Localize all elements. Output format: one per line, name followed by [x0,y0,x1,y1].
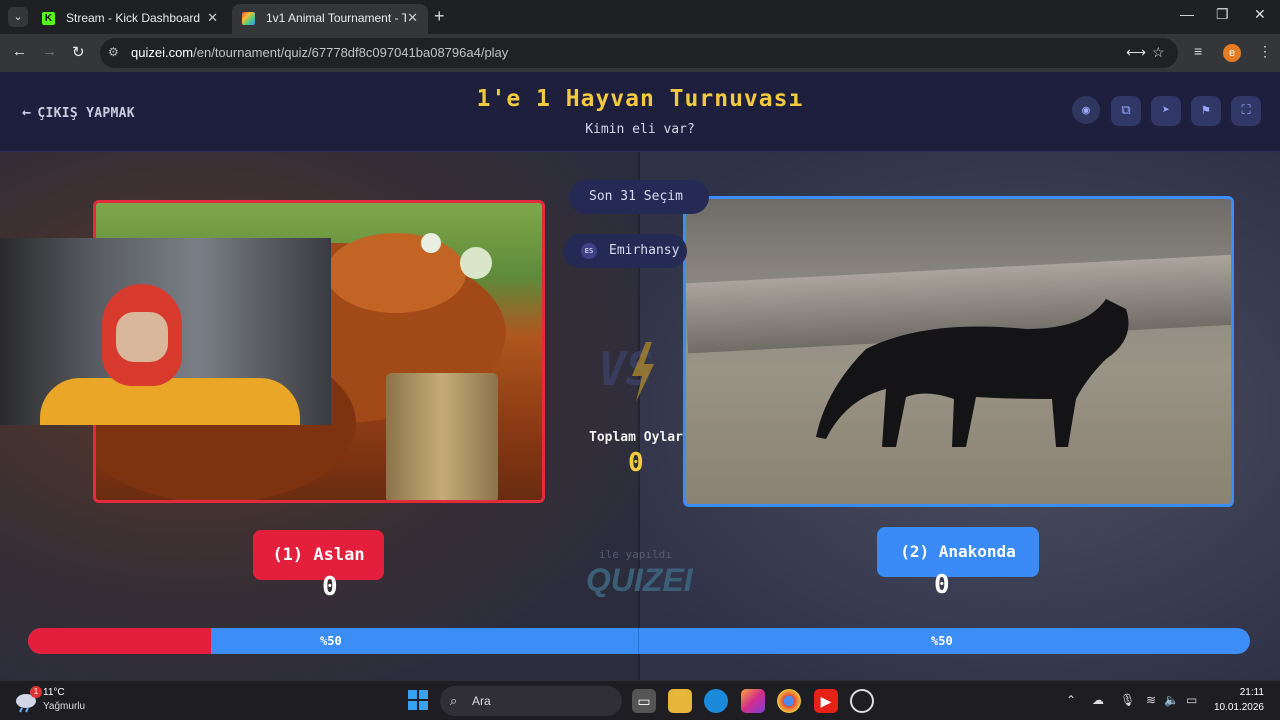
address-bar[interactable]: ⚙ quizei.com/en/tournament/quiz/67778df8… [100,38,1178,68]
bar-midline [638,628,639,654]
windows-start-icon[interactable] [406,689,430,713]
taskbar-search[interactable]: ⌕ Ara [440,686,622,716]
fullscreen-icon[interactable]: ⛶ [1231,96,1261,126]
weather-widget[interactable]: 1 [14,686,42,713]
total-votes-label: Toplam Oylar [589,430,683,445]
file-explorer-icon[interactable] [668,689,692,713]
instagram-icon[interactable] [741,689,765,713]
new-tab-button[interactable]: + [434,6,445,27]
weather-condition: Yağmurlu [43,701,86,712]
taskbar-time[interactable]: 21:11 [1214,687,1264,698]
minimize-icon[interactable]: — [1180,6,1194,22]
reload-icon[interactable]: ↻ [72,43,85,61]
tournament-page: ← ÇIKIŞ YAPMAK 1'e 1 Hayvan Turnuvası Kim… [0,72,1280,680]
vote-split-bar: %50 %50 [28,628,1250,654]
quizei-logo: QUIZEI [586,562,693,598]
total-votes-value: 0 [628,448,644,478]
page-title: 1'e 1 Hayvan Turnuvası [476,86,804,112]
tab-kick-dashboard[interactable]: K Stream - Kick Dashboard ✕ [32,4,228,34]
black-panther-image [816,299,1129,447]
bookmark-star-icon[interactable]: ☆ [1152,44,1165,61]
close-tab-icon[interactable]: ✕ [407,4,418,32]
user-avatar: ES [581,243,597,259]
tray-overflow-icon[interactable]: ⌃ [1066,693,1076,707]
cloud-tray-icon[interactable]: ☁ [1092,693,1104,707]
webcam-overlay [0,238,331,425]
quizei-favicon-icon [242,12,255,25]
send-icon[interactable]: ➤ [1151,96,1181,126]
windows-taskbar: 1 11°C Yağmurlu ⌕ Ara ▭ ▶ ⌃ ☁ 🎙 ≋ 🔈 ▭ 21… [0,680,1280,720]
vote-left-button[interactable]: (1) Aslan [253,530,384,580]
youtube-icon[interactable]: ▶ [814,689,838,713]
center-divider [638,152,640,680]
battery-icon[interactable]: ▭ [1186,693,1197,707]
url-host: quizei.com [131,45,194,60]
tab-search-button[interactable]: ⌄ [8,7,28,27]
task-view-icon[interactable]: ▭ [632,689,656,713]
search-icon: ⌕ [450,693,458,708]
right-percent-label: %50 [931,634,953,648]
exit-button[interactable]: ← ÇIKIŞ YAPMAK [22,103,135,121]
flag-icon[interactable]: ⚑ [1191,96,1221,126]
chrome-icon[interactable] [777,689,801,713]
url-path: /en/tournament/quiz/67778df8c097041ba087… [193,45,509,60]
right-vote-count: 0 [934,570,950,600]
microphone-icon[interactable]: 🎙 [1120,693,1135,707]
url-text[interactable]: quizei.com/en/tournament/quiz/67778df8c0… [131,45,508,60]
forward-icon[interactable]: → [42,43,57,60]
browser-menu-icon[interactable]: ⋮ [1258,43,1272,60]
webcam-person-shirt [40,378,300,425]
reading-list-icon[interactable]: ≡ [1194,43,1202,59]
recent-user-name: Emirhansy [609,243,680,258]
translate-icon[interactable]: ⟷ [1126,44,1146,61]
left-percent-label: %50 [320,634,342,648]
eye-icon[interactable]: ◉ [1072,96,1100,124]
wifi-icon[interactable]: ≋ [1146,693,1156,707]
lightning-bolt-icon [632,342,654,402]
site-info-icon[interactable]: ⚙ [108,45,119,59]
close-tab-icon[interactable]: ✕ [207,4,218,32]
search-label: Ara [472,694,491,708]
left-vote-count: 0 [322,572,338,602]
tab-animal-tournament[interactable]: 1v1 Animal Tournament - Tier L ✕ [232,4,428,34]
address-row: ← → ↻ ⚙ quizei.com/en/tournament/quiz/67… [0,34,1280,72]
recent-picks-pill[interactable]: Son 31 Seçim [569,180,709,214]
webcam-person-face [116,312,168,362]
profile-avatar[interactable]: e [1223,44,1241,62]
page-header: ← ÇIKIŞ YAPMAK 1'e 1 Hayvan Turnuvası Kim… [0,72,1280,152]
page-subtitle: Kimin eli var? [585,122,695,137]
wooden-post [386,373,498,500]
arrow-left-icon: ← [22,103,32,121]
obs-icon[interactable] [850,689,874,713]
made-with-label: ile yapıldı [599,548,672,561]
tab-title: Stream - Kick Dashboard [66,11,201,25]
vote-right-button[interactable]: (2) Anakonda [877,527,1039,577]
browser-tab-bar: ⌄ K Stream - Kick Dashboard ✕ 1v1 Animal… [0,0,1280,34]
close-window-icon[interactable]: ✕ [1254,6,1266,23]
right-choice-image[interactable] [683,196,1234,507]
back-icon[interactable]: ← [12,43,27,60]
share-icon[interactable]: ⧉ [1111,96,1141,126]
left-vote-fill [28,628,211,654]
taskbar-date[interactable]: 10.01.2026 [1206,702,1264,713]
maximize-icon[interactable]: ❐ [1216,6,1229,23]
exit-label: ÇIKIŞ YAPMAK [37,106,135,121]
recent-user-pill[interactable]: ES Emirhansy [563,234,687,268]
volume-icon[interactable]: 🔈 [1164,693,1179,707]
tab-title: 1v1 Animal Tournament - Tier L [266,11,406,25]
weather-temp: 11°C [43,687,65,698]
edge-browser-icon[interactable] [704,689,728,713]
kick-favicon-icon: K [42,12,55,25]
weather-badge: 1 [30,686,42,698]
